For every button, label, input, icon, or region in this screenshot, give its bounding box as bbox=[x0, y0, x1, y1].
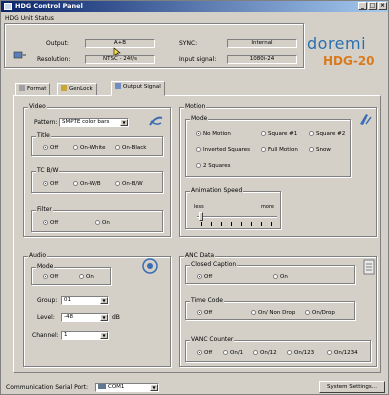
animation-speed-track bbox=[197, 216, 277, 218]
serial-port-label: Communication Serial Port: bbox=[6, 384, 88, 391]
close-button[interactable]: × bbox=[378, 2, 387, 10]
audio-off-radio[interactable]: Off bbox=[43, 274, 58, 281]
time-code-nondrop-radio[interactable]: On/ Non Drop bbox=[251, 310, 295, 317]
more-label: more bbox=[261, 204, 274, 210]
audio-icon bbox=[142, 258, 158, 274]
slider-tick bbox=[271, 222, 272, 226]
port-icon bbox=[98, 384, 106, 389]
pattern-select[interactable]: SMPTE color bars ▼ bbox=[59, 118, 129, 127]
main-window: HDG Control Panel _ □ × HDG Unit Status … bbox=[0, 0, 389, 395]
resolution-field: NTSC - 24f/s bbox=[85, 55, 155, 64]
time-code-label: Time Code bbox=[190, 297, 224, 304]
square-2-radio[interactable]: Square #2 bbox=[309, 131, 345, 138]
slider-tick bbox=[221, 222, 222, 226]
group-select[interactable]: 01 ▼ bbox=[61, 296, 109, 305]
slider-tick bbox=[251, 222, 252, 226]
chevron-down-icon: ▼ bbox=[100, 297, 108, 304]
less-label: less bbox=[194, 204, 204, 210]
slider-tick bbox=[201, 222, 202, 226]
plug-icon bbox=[13, 51, 26, 59]
output-label: Output: bbox=[46, 40, 69, 47]
slider-tick bbox=[231, 222, 232, 226]
audio-on-radio[interactable]: On bbox=[79, 274, 94, 281]
brand-logo: doremi bbox=[307, 34, 367, 53]
snow-radio[interactable]: Snow bbox=[309, 147, 331, 154]
group-label: Group: bbox=[37, 297, 58, 304]
closed-caption-label: Closed Caption bbox=[190, 261, 238, 268]
input-signal-label: Input signal: bbox=[179, 56, 217, 63]
audio-label: Audio bbox=[28, 252, 48, 259]
maximize-button[interactable]: □ bbox=[368, 2, 377, 10]
input-signal-field: 1080i-24 bbox=[227, 55, 297, 64]
channel-select[interactable]: 1 ▼ bbox=[61, 331, 109, 340]
vanc-counter-label: VANC Counter bbox=[190, 336, 235, 343]
filter-on-radio[interactable]: On bbox=[95, 220, 110, 227]
window-title: HDG Control Panel bbox=[15, 2, 83, 10]
title-label: Title bbox=[36, 132, 51, 139]
tc-on-wb-radio[interactable]: On-W/B bbox=[73, 181, 101, 188]
motion-label: Motion bbox=[184, 103, 207, 110]
app-icon bbox=[4, 3, 12, 10]
level-select[interactable]: -48 ▼ bbox=[61, 313, 109, 322]
serial-port-select[interactable]: COM1 ▼ bbox=[95, 383, 159, 392]
model-logo: HDG-20 bbox=[323, 54, 375, 68]
unit-status-label: HDG Unit Status bbox=[5, 15, 54, 22]
title-off-radio[interactable]: Off bbox=[43, 145, 58, 152]
output-signal-icon bbox=[115, 83, 121, 89]
video-signal-icon bbox=[149, 116, 163, 126]
pattern-label: Pattern: bbox=[34, 119, 58, 126]
title-on-white-radio[interactable]: On-White bbox=[73, 145, 106, 152]
tc-bw-label: TC B/W bbox=[36, 167, 60, 174]
time-code-off-radio[interactable]: Off bbox=[197, 310, 212, 317]
tc-off-radio[interactable]: Off bbox=[43, 181, 58, 188]
full-motion-radio[interactable]: Full Motion bbox=[261, 147, 298, 154]
format-icon bbox=[19, 85, 25, 91]
level-label: Level: bbox=[37, 314, 55, 321]
genlock-icon bbox=[61, 85, 67, 91]
inverted-squares-radio[interactable]: Inverted Squares bbox=[196, 147, 250, 154]
resolution-label: Resolution: bbox=[37, 56, 71, 63]
two-squares-radio[interactable]: 2 Squares bbox=[196, 163, 230, 170]
slider-tick bbox=[211, 222, 212, 226]
vanc-on1234-radio[interactable]: On/1234 bbox=[327, 350, 358, 357]
title-bar: HDG Control Panel _ □ × bbox=[1, 1, 388, 12]
filter-label: Filter bbox=[36, 206, 53, 213]
chevron-down-icon: ▼ bbox=[100, 332, 108, 339]
channel-label: Channel: bbox=[32, 332, 59, 339]
minimize-button[interactable]: _ bbox=[358, 2, 367, 10]
no-motion-radio[interactable]: No Motion bbox=[196, 131, 231, 138]
slider-tick bbox=[261, 222, 262, 226]
vanc-on1-radio[interactable]: On/1 bbox=[223, 350, 243, 357]
square-1-radio[interactable]: Square #1 bbox=[261, 131, 297, 138]
chevron-down-icon: ▼ bbox=[150, 384, 158, 391]
motion-icon bbox=[360, 114, 372, 125]
title-on-black-radio[interactable]: On-Black bbox=[115, 145, 146, 152]
filter-off-radio[interactable]: Off bbox=[43, 220, 58, 227]
cc-on-radio[interactable]: On bbox=[273, 274, 288, 281]
vanc-on12-radio[interactable]: On/12 bbox=[253, 350, 277, 357]
level-unit: dB bbox=[112, 314, 120, 321]
animation-speed-label: Animation Speed bbox=[190, 187, 244, 194]
sync-label: SYNC: bbox=[179, 40, 198, 47]
animation-speed-slider[interactable] bbox=[199, 212, 203, 221]
cc-off-radio[interactable]: Off bbox=[197, 274, 212, 281]
anc-data-icon bbox=[363, 259, 375, 275]
time-code-drop-radio[interactable]: On/Drop bbox=[305, 310, 335, 317]
audio-mode-label: Mode bbox=[36, 263, 55, 270]
system-settings-button[interactable]: System Settings... bbox=[319, 381, 385, 393]
slider-tick bbox=[241, 222, 242, 226]
video-label: Video bbox=[28, 103, 47, 110]
tc-on-bw-radio[interactable]: On-B/W bbox=[115, 181, 143, 188]
anc-data-label: ANC Data bbox=[184, 252, 216, 259]
sync-field: Internal bbox=[227, 39, 297, 48]
chevron-down-icon: ▼ bbox=[100, 314, 108, 321]
vanc-on123-radio[interactable]: On/123 bbox=[287, 350, 314, 357]
chevron-down-icon: ▼ bbox=[120, 119, 128, 126]
vanc-off-radio[interactable]: Off bbox=[197, 350, 212, 357]
mode-label: Mode bbox=[190, 115, 209, 122]
tab-output-signal[interactable]: Output Signal bbox=[111, 81, 165, 96]
